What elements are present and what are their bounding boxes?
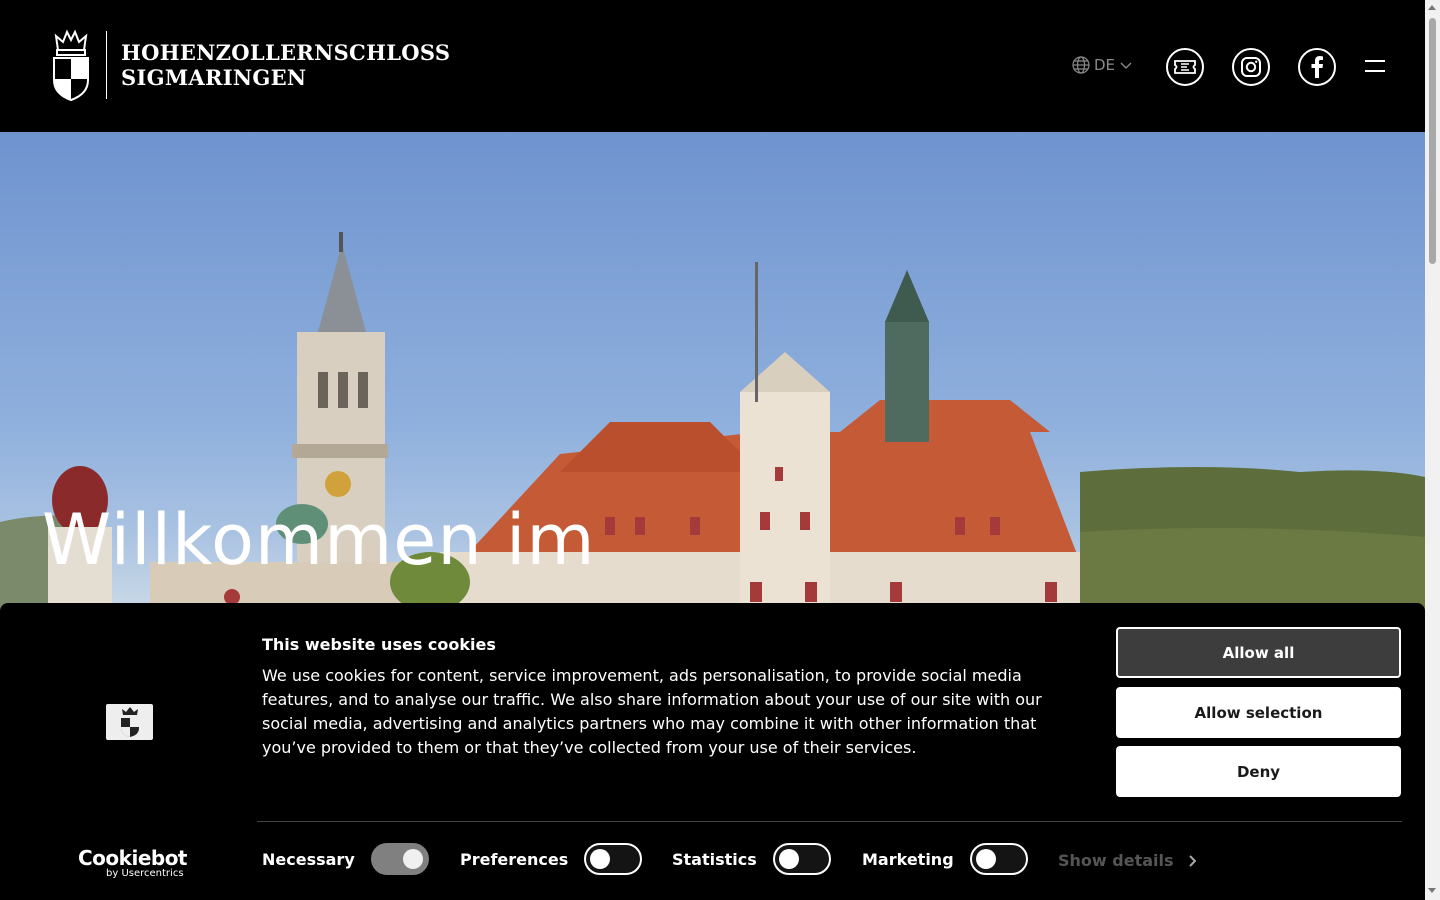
allow-selection-button[interactable]: Allow selection: [1116, 687, 1401, 738]
chevron-right-icon: [1188, 854, 1196, 867]
hero-title: Willkommen im: [42, 499, 596, 581]
globe-icon: [1072, 56, 1090, 74]
scroll-thumb[interactable]: [1429, 18, 1436, 264]
cookie-title: This website uses cookies: [262, 635, 496, 654]
toggle-statistics: Statistics: [672, 843, 831, 875]
cookie-banner: This website uses cookies We use cookies…: [0, 603, 1425, 900]
toggle-necessary: Necessary: [262, 843, 429, 875]
ticket-button[interactable]: [1166, 48, 1204, 86]
deny-button[interactable]: Deny: [1116, 746, 1401, 797]
language-selector[interactable]: DE: [1072, 56, 1133, 74]
chevron-down-icon: [1120, 62, 1132, 69]
show-details-label: Show details: [1058, 851, 1174, 870]
toggle-label: Statistics: [672, 849, 757, 869]
necessary-switch: [370, 843, 429, 875]
page-scrollbar[interactable]: [1425, 0, 1440, 900]
toggle-preferences: Preferences: [460, 843, 643, 875]
ticket-icon: [1174, 60, 1196, 74]
statistics-switch[interactable]: [772, 843, 831, 875]
logo-divider: [106, 31, 107, 99]
show-details-link[interactable]: Show details: [1058, 851, 1196, 870]
site-logo[interactable]: HOHENZOLLERNSCHLOSS SIGMARINGEN: [50, 28, 450, 102]
crest-icon: [120, 707, 139, 737]
toggle-marketing: Marketing: [862, 843, 1028, 875]
language-label: DE: [1094, 56, 1116, 74]
facebook-button[interactable]: [1298, 48, 1336, 86]
toggle-label: Preferences: [460, 849, 569, 869]
scroll-up-icon[interactable]: [1428, 5, 1436, 10]
logo-text: HOHENZOLLERNSCHLOSS SIGMARINGEN: [121, 40, 450, 90]
cookiebot-brand: Cookiebot: [78, 846, 188, 870]
instagram-icon: [1241, 57, 1261, 77]
cookiebot-logo[interactable]: Cookiebot by Usercentrics: [78, 846, 188, 879]
site-header: HOHENZOLLERNSCHLOSS SIGMARINGEN DE: [0, 0, 1425, 132]
marketing-switch[interactable]: [969, 843, 1028, 875]
divider: [257, 821, 1402, 822]
logo-line-1: HOHENZOLLERNSCHLOSS: [121, 40, 451, 65]
toggle-label: Marketing: [862, 849, 954, 869]
preferences-switch[interactable]: [584, 843, 643, 875]
scroll-down-icon[interactable]: [1428, 888, 1436, 893]
site-crest-badge: [106, 704, 153, 740]
toggle-label: Necessary: [262, 849, 355, 869]
instagram-button[interactable]: [1232, 48, 1270, 86]
cookie-description: We use cookies for content, service impr…: [262, 666, 1042, 757]
crest-icon: [53, 29, 89, 102]
logo-line-2: SIGMARINGEN: [121, 65, 307, 90]
cookiebot-brand-sub: by Usercentrics: [106, 868, 184, 879]
allow-all-button[interactable]: Allow all: [1116, 627, 1401, 678]
hamburger-menu-icon[interactable]: [1365, 58, 1385, 74]
facebook-icon: [1311, 56, 1323, 78]
